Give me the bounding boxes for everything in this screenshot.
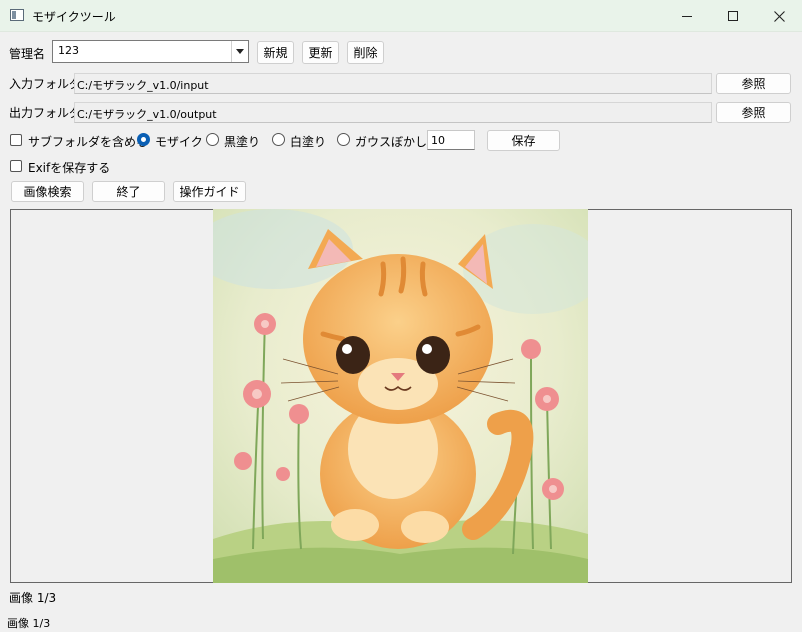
kitten-illustration — [213, 209, 588, 583]
white-fill-label: 白塗り — [290, 135, 327, 149]
window-title: モザイクツール — [32, 10, 116, 24]
output-folder-path: C:/モザラック_v1.0/output — [77, 108, 217, 121]
include-subfolders-checkbox[interactable] — [10, 134, 22, 146]
minimize-button[interactable] — [664, 0, 710, 32]
input-folder-path: C:/モザラック_v1.0/input — [77, 79, 209, 92]
output-folder-field[interactable]: C:/モザラック_v1.0/output — [74, 102, 712, 123]
close-icon — [773, 10, 785, 22]
strength-value: 10 — [431, 134, 445, 147]
delete-button[interactable]: 削除 — [347, 41, 384, 64]
gaussian-blur-radio[interactable] — [337, 133, 350, 146]
statusbar-counter: 画像 1/3 — [7, 617, 51, 630]
gaussian-blur-label: ガウスぼかし — [355, 135, 428, 149]
maximize-button[interactable] — [710, 0, 756, 32]
minimize-icon — [682, 15, 692, 17]
save-button[interactable]: 保存 — [487, 130, 560, 151]
management-name-combobox[interactable]: 123 — [52, 40, 249, 63]
management-name-value: 123 — [58, 44, 79, 57]
input-folder-field[interactable]: C:/モザラック_v1.0/input — [74, 73, 712, 94]
include-subfolders-label: サブフォルダを含める — [28, 135, 149, 149]
white-fill-radio[interactable] — [272, 133, 285, 146]
keep-exif-checkbox[interactable] — [10, 160, 22, 172]
black-fill-label: 黒塗り — [224, 135, 261, 149]
maximize-icon — [728, 11, 738, 21]
input-folder-label: 入力フォルダ — [9, 77, 82, 91]
black-fill-radio[interactable] — [206, 133, 219, 146]
mosaic-label: モザイク — [155, 135, 203, 149]
exit-button[interactable]: 終了 — [92, 181, 165, 202]
input-browse-button[interactable]: 参照 — [716, 73, 791, 94]
image-search-button[interactable]: 画像検索 — [11, 181, 84, 202]
close-button[interactable] — [756, 0, 802, 32]
title-bar: モザイクツール — [0, 0, 802, 32]
mosaic-radio[interactable] — [137, 133, 150, 146]
operation-guide-button[interactable]: 操作ガイド — [173, 181, 246, 202]
strength-input[interactable]: 10 — [427, 130, 475, 150]
output-browse-button[interactable]: 参照 — [716, 102, 791, 123]
chevron-down-icon[interactable] — [231, 41, 248, 62]
update-button[interactable]: 更新 — [302, 41, 339, 64]
keep-exif-label: Exifを保存する — [28, 161, 111, 175]
preview-image — [213, 209, 588, 583]
management-name-label: 管理名 — [9, 47, 46, 61]
new-button[interactable]: 新規 — [257, 41, 294, 64]
image-counter-label: 画像 1/3 — [9, 591, 57, 605]
output-folder-label: 出力フォルダ — [9, 106, 82, 120]
app-icon — [10, 9, 24, 21]
